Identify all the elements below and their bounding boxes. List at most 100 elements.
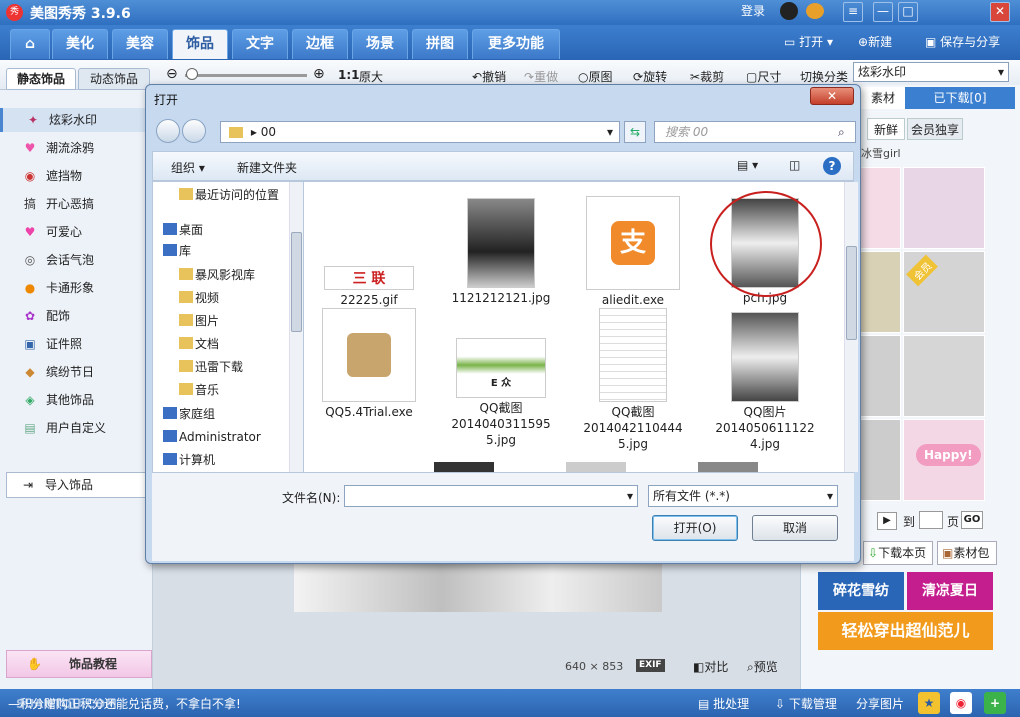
next-page-button[interactable]: ▶	[877, 512, 897, 530]
tab-collage[interactable]: 拼图	[412, 29, 468, 59]
page-input[interactable]	[919, 511, 943, 529]
promo-banner-3[interactable]: 轻松穿出超仙范儿	[818, 612, 993, 650]
ratio-label[interactable]: 1:1	[338, 68, 360, 82]
crop-button[interactable]: ✂裁剪	[690, 68, 724, 85]
forward-button[interactable]	[182, 119, 206, 143]
zoom-slider[interactable]	[185, 74, 307, 77]
help-icon[interactable]: ?	[823, 157, 841, 175]
material-thumb[interactable]	[903, 167, 985, 249]
accessory-category-item[interactable]: ● 卡通形象	[0, 276, 150, 300]
go-button[interactable]: GO	[961, 511, 983, 529]
tab-beauty[interactable]: 美容	[112, 29, 168, 59]
back-button[interactable]	[156, 119, 180, 143]
file-item[interactable]: 1121212121.jpg	[446, 194, 556, 306]
weibo-share-icon[interactable]: ◉	[950, 692, 972, 714]
tab-accessories[interactable]: 饰品	[172, 29, 228, 59]
new-button[interactable]: ⊕新建	[858, 33, 892, 50]
accessory-tutorial-button[interactable]: ✋ 饰品教程	[6, 650, 152, 678]
login-link[interactable]: 登录	[741, 2, 765, 19]
exif-button[interactable]: EXIF	[636, 659, 665, 672]
path-folder[interactable]: 00	[261, 125, 276, 139]
tree-item[interactable]: 视频	[179, 288, 219, 308]
file-scrollbar[interactable]	[844, 182, 858, 472]
original-button[interactable]: ○原图	[578, 68, 613, 85]
tree-item[interactable]: 暴风影视库	[179, 265, 255, 285]
tab-downloaded[interactable]: 已下载[0]	[905, 87, 1015, 109]
material-pack-button[interactable]: ▣素材包	[937, 541, 997, 565]
accessory-category-item[interactable]: ✦ 炫彩水印	[0, 108, 150, 132]
add-share-icon[interactable]: +	[984, 692, 1006, 714]
file-item[interactable]: E 众 QQ截图 2014040311595 5.jpg	[446, 308, 556, 448]
weibo-icon[interactable]	[806, 3, 824, 19]
maximize-button[interactable]: □	[898, 2, 918, 22]
accessory-category-item[interactable]: ▣ 证件照	[0, 332, 150, 356]
view-options-icon[interactable]: ▤ ▾	[737, 158, 758, 172]
import-accessory-button[interactable]: ⇥ 导入饰品	[6, 472, 150, 498]
resize-button[interactable]: ▢尺寸	[746, 68, 781, 85]
preview-button[interactable]: ⌕预览	[747, 658, 778, 675]
tree-item[interactable]: 迅雷下载	[179, 357, 243, 377]
tab-static-accessories[interactable]: 静态饰品	[6, 68, 76, 90]
new-folder-button[interactable]: 新建文件夹	[237, 159, 297, 176]
original-size-button[interactable]: 原大	[359, 68, 383, 85]
accessory-category-item[interactable]: ◎ 会话气泡	[0, 248, 150, 272]
minimize-button[interactable]: —	[873, 2, 893, 22]
download-manager-button[interactable]: ⇩ 下载管理	[775, 695, 837, 712]
accessory-category-item[interactable]: ▤ 用户自定义	[0, 416, 150, 440]
zoom-slider-handle[interactable]	[186, 68, 198, 80]
tree-item[interactable]: 音乐	[179, 380, 219, 400]
accessory-category-item[interactable]: ◆ 缤纷节日	[0, 360, 150, 384]
cancel-button[interactable]: 取消	[752, 515, 838, 541]
tree-item[interactable]: 计算机	[163, 450, 215, 470]
tree-item[interactable]: 家庭组	[163, 404, 215, 424]
material-thumb[interactable]: Happy!	[903, 419, 985, 501]
tab-frame[interactable]: 边框	[292, 29, 348, 59]
zoom-in-icon[interactable]: ⊕	[313, 66, 325, 82]
undo-button[interactable]: ↶撤销	[472, 68, 506, 85]
organize-button[interactable]: 组织 ▾	[171, 159, 205, 176]
file-item[interactable]: QQ图片 2014050611122 4.jpg	[710, 308, 820, 452]
save-share-button[interactable]: ▣ 保存与分享	[925, 33, 1000, 50]
tab-scene[interactable]: 场景	[352, 29, 408, 59]
tab-dynamic-accessories[interactable]: 动态饰品	[78, 68, 150, 90]
tree-item[interactable]: 图片	[179, 311, 219, 331]
rotate-button[interactable]: ⟳旋转	[633, 68, 667, 85]
material-thumb[interactable]	[903, 335, 985, 417]
download-page-button[interactable]: ⇩下载本页	[863, 541, 933, 565]
file-item[interactable]: 支 aliedit.exe	[578, 194, 688, 308]
accessory-category-item[interactable]: 搞开心恶搞	[0, 192, 150, 216]
filter-vip[interactable]: 会员独享	[907, 118, 963, 140]
open-button[interactable]: ▭ 打开 ▾	[784, 33, 833, 50]
file-item[interactable]: QQ5.4Trial.exe	[314, 308, 424, 420]
tree-item[interactable]: 文档	[179, 334, 219, 354]
tab-text[interactable]: 文字	[232, 29, 288, 59]
filter-new[interactable]: 新鲜	[867, 118, 905, 140]
menu-icon[interactable]: ≡	[843, 2, 863, 22]
open-file-button[interactable]: 打开(O)	[652, 515, 738, 541]
tree-scrollbar-thumb[interactable]	[291, 232, 302, 332]
tab-beautify[interactable]: 美化	[52, 29, 108, 59]
filename-input[interactable]: ▾	[344, 485, 638, 507]
accessory-category-item[interactable]: ✿ 配饰	[0, 304, 150, 328]
promo-banner-1[interactable]: 碎花雪纺	[818, 572, 904, 610]
promo-banner-2[interactable]: 清凉夏日	[907, 572, 993, 610]
qzone-icon[interactable]: ★	[918, 692, 940, 714]
tab-more[interactable]: 更多功能 ▾	[472, 29, 560, 80]
file-item[interactable]: 三 联 22225.gif	[314, 194, 424, 308]
path-breadcrumb[interactable]: ▸ 00 ▾	[220, 121, 620, 143]
material-thumb[interactable]: 会员	[903, 251, 985, 333]
category-select[interactable]: 炫彩水印 ▾	[853, 62, 1009, 82]
accessory-category-item[interactable]: ◉ 遮挡物	[0, 164, 150, 188]
tree-item[interactable]: 最近访问的位置	[179, 185, 279, 205]
photo-canvas[interactable]	[294, 560, 662, 612]
accessory-category-item[interactable]: ♥ 潮流涂鸦	[0, 136, 150, 160]
compare-button[interactable]: ◧对比	[693, 658, 728, 675]
dialog-close-button[interactable]: ✕	[810, 87, 854, 105]
zoom-out-icon[interactable]: ⊖	[166, 66, 178, 82]
tree-scrollbar[interactable]	[289, 182, 303, 472]
tab-material[interactable]: 素材	[861, 87, 905, 109]
refresh-icon[interactable]: ⇆	[624, 121, 646, 143]
file-item[interactable]: QQ截图 2014042110444 5.jpg	[578, 308, 688, 452]
tree-item[interactable]: 库	[163, 241, 191, 261]
close-button[interactable]: ✕	[990, 2, 1010, 22]
